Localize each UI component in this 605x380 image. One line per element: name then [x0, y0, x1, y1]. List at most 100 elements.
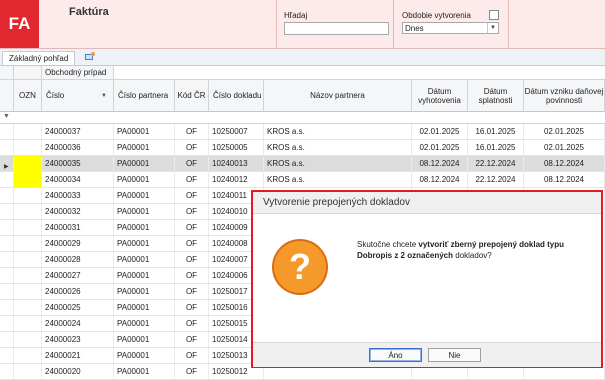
- cell-cislo[interactable]: 24000027: [42, 268, 114, 283]
- row-indicator-cell[interactable]: [0, 332, 14, 347]
- cell-cislo-partnera[interactable]: PA00001: [114, 332, 175, 347]
- cell-cislo-partnera[interactable]: PA00001: [114, 220, 175, 235]
- cell-cislo[interactable]: 24000034: [42, 172, 114, 187]
- cell-kod-cr[interactable]: OF: [175, 300, 209, 315]
- cell-cislo-partnera[interactable]: PA00001: [114, 364, 175, 379]
- cell-cislo-partnera[interactable]: PA00001: [114, 284, 175, 299]
- cell-ozn[interactable]: [14, 300, 42, 315]
- cell-datum-dph[interactable]: 02.01.2025: [524, 124, 605, 139]
- yes-button[interactable]: Áno: [369, 348, 422, 362]
- cell-cislo-dokladu[interactable]: 10240013: [209, 156, 264, 171]
- cell-ozn[interactable]: [14, 124, 42, 139]
- cell-datum-vyhotovenia[interactable]: 02.01.2025: [412, 124, 468, 139]
- cell-datum-dph[interactable]: 08.12.2024: [524, 156, 605, 171]
- row-indicator-cell[interactable]: [0, 188, 14, 203]
- cell-cislo[interactable]: 24000033: [42, 188, 114, 203]
- cell-ozn[interactable]: [14, 188, 42, 203]
- column-header-cislo-partnera[interactable]: Číslo partnera: [114, 80, 175, 112]
- cell-ozn[interactable]: [14, 252, 42, 267]
- cell-datum-splatnosti[interactable]: 22.12.2024: [468, 156, 524, 171]
- cell-cislo-partnera[interactable]: PA00001: [114, 316, 175, 331]
- cell-datum-vyhotovenia[interactable]: 02.01.2025: [412, 140, 468, 155]
- cell-kod-cr[interactable]: OF: [175, 156, 209, 171]
- cell-kod-cr[interactable]: OF: [175, 140, 209, 155]
- row-indicator-cell[interactable]: ▶: [0, 156, 14, 171]
- cell-cislo[interactable]: 24000028: [42, 252, 114, 267]
- table-row[interactable]: 24000037 PA00001 OF 10250007 KROS a.s. 02.01.…: [0, 124, 605, 140]
- cell-cislo[interactable]: 24000020: [42, 364, 114, 379]
- cell-nazov-partnera[interactable]: KROS a.s.: [264, 124, 412, 139]
- cell-ozn[interactable]: [14, 348, 42, 363]
- cell-cislo[interactable]: 24000029: [42, 236, 114, 251]
- cell-cislo[interactable]: 24000036: [42, 140, 114, 155]
- cell-ozn[interactable]: [14, 156, 42, 171]
- cell-datum-splatnosti[interactable]: 22.12.2024: [468, 172, 524, 187]
- row-indicator-cell[interactable]: [0, 220, 14, 235]
- column-header-datum-vyhotovenia[interactable]: Dátum vyhotovenia: [412, 80, 468, 112]
- cell-kod-cr[interactable]: OF: [175, 204, 209, 219]
- cell-datum-vyhotovenia[interactable]: 08.12.2024: [412, 156, 468, 171]
- cell-cislo-partnera[interactable]: PA00001: [114, 172, 175, 187]
- cell-datum-splatnosti[interactable]: 16.01.2025: [468, 140, 524, 155]
- cell-cislo-partnera[interactable]: PA00001: [114, 124, 175, 139]
- cell-cislo-partnera[interactable]: PA00001: [114, 188, 175, 203]
- row-indicator-cell[interactable]: [0, 300, 14, 315]
- cell-cislo-partnera[interactable]: PA00001: [114, 156, 175, 171]
- cell-cislo-partnera[interactable]: PA00001: [114, 252, 175, 267]
- period-select[interactable]: Dnes ▼: [402, 22, 499, 34]
- row-indicator-cell[interactable]: [0, 140, 14, 155]
- chevron-down-icon[interactable]: ▼: [487, 23, 498, 33]
- cell-cislo[interactable]: 24000023: [42, 332, 114, 347]
- cell-cislo[interactable]: 24000031: [42, 220, 114, 235]
- cell-ozn[interactable]: [14, 220, 42, 235]
- cell-kod-cr[interactable]: OF: [175, 172, 209, 187]
- cell-cislo[interactable]: 24000021: [42, 348, 114, 363]
- row-indicator-cell[interactable]: [0, 124, 14, 139]
- cell-ozn[interactable]: [14, 236, 42, 251]
- cell-ozn[interactable]: [14, 140, 42, 155]
- cell-cislo[interactable]: 24000035: [42, 156, 114, 171]
- cell-kod-cr[interactable]: OF: [175, 348, 209, 363]
- cell-kod-cr[interactable]: OF: [175, 124, 209, 139]
- cell-cislo-dokladu[interactable]: 10240012: [209, 172, 264, 187]
- row-indicator-cell[interactable]: [0, 316, 14, 331]
- cell-datum-splatnosti[interactable]: 16.01.2025: [468, 124, 524, 139]
- cell-cislo-dokladu[interactable]: 10250007: [209, 124, 264, 139]
- no-button[interactable]: Nie: [428, 348, 481, 362]
- cell-ozn[interactable]: [14, 332, 42, 347]
- cell-nazov-partnera[interactable]: KROS a.s.: [264, 140, 412, 155]
- cell-kod-cr[interactable]: OF: [175, 236, 209, 251]
- column-header-kod-cr[interactable]: Kód ČR: [175, 80, 209, 112]
- cell-datum-vyhotovenia[interactable]: 08.12.2024: [412, 172, 468, 187]
- cell-cislo-partnera[interactable]: PA00001: [114, 140, 175, 155]
- period-checkbox[interactable]: [489, 10, 499, 20]
- row-indicator-cell[interactable]: [0, 284, 14, 299]
- column-header-cislo-dokladu[interactable]: Číslo dokladu: [209, 80, 264, 112]
- column-header-cislo[interactable]: Číslo ▼: [42, 80, 114, 112]
- table-row[interactable]: 24000034 PA00001 OF 10240012 KROS a.s. 08.12.…: [0, 172, 605, 188]
- column-header-datum-splatnosti[interactable]: Dátum splatnosti: [468, 80, 524, 112]
- cell-datum-dph[interactable]: 08.12.2024: [524, 172, 605, 187]
- row-indicator-cell[interactable]: [0, 204, 14, 219]
- cell-ozn[interactable]: [14, 364, 42, 379]
- cell-kod-cr[interactable]: OF: [175, 284, 209, 299]
- cell-cislo-partnera[interactable]: PA00001: [114, 300, 175, 315]
- cell-cislo[interactable]: 24000032: [42, 204, 114, 219]
- cell-kod-cr[interactable]: OF: [175, 268, 209, 283]
- cell-nazov-partnera[interactable]: KROS a.s.: [264, 172, 412, 187]
- row-indicator-cell[interactable]: [0, 172, 14, 187]
- cell-cislo-dokladu[interactable]: 10250005: [209, 140, 264, 155]
- cell-ozn[interactable]: [14, 316, 42, 331]
- table-row[interactable]: 24000036 PA00001 OF 10250005 KROS a.s. 02.01.…: [0, 140, 605, 156]
- cell-cislo-partnera[interactable]: PA00001: [114, 348, 175, 363]
- table-row[interactable]: ▶ 24000035 PA00001 OF 10240013 KROS a.s. 08.12…: [0, 156, 605, 172]
- column-header-nazov-partnera[interactable]: Názov partnera: [264, 80, 412, 112]
- row-indicator-cell[interactable]: [0, 348, 14, 363]
- row-indicator-cell[interactable]: [0, 236, 14, 251]
- cell-kod-cr[interactable]: OF: [175, 316, 209, 331]
- column-header-ozn[interactable]: OZN: [14, 80, 42, 112]
- cell-kod-cr[interactable]: OF: [175, 220, 209, 235]
- cell-ozn[interactable]: [14, 172, 42, 187]
- column-header-datum-dph[interactable]: Dátum vzniku daňovej povinnosti: [524, 80, 605, 112]
- cell-cislo[interactable]: 24000037: [42, 124, 114, 139]
